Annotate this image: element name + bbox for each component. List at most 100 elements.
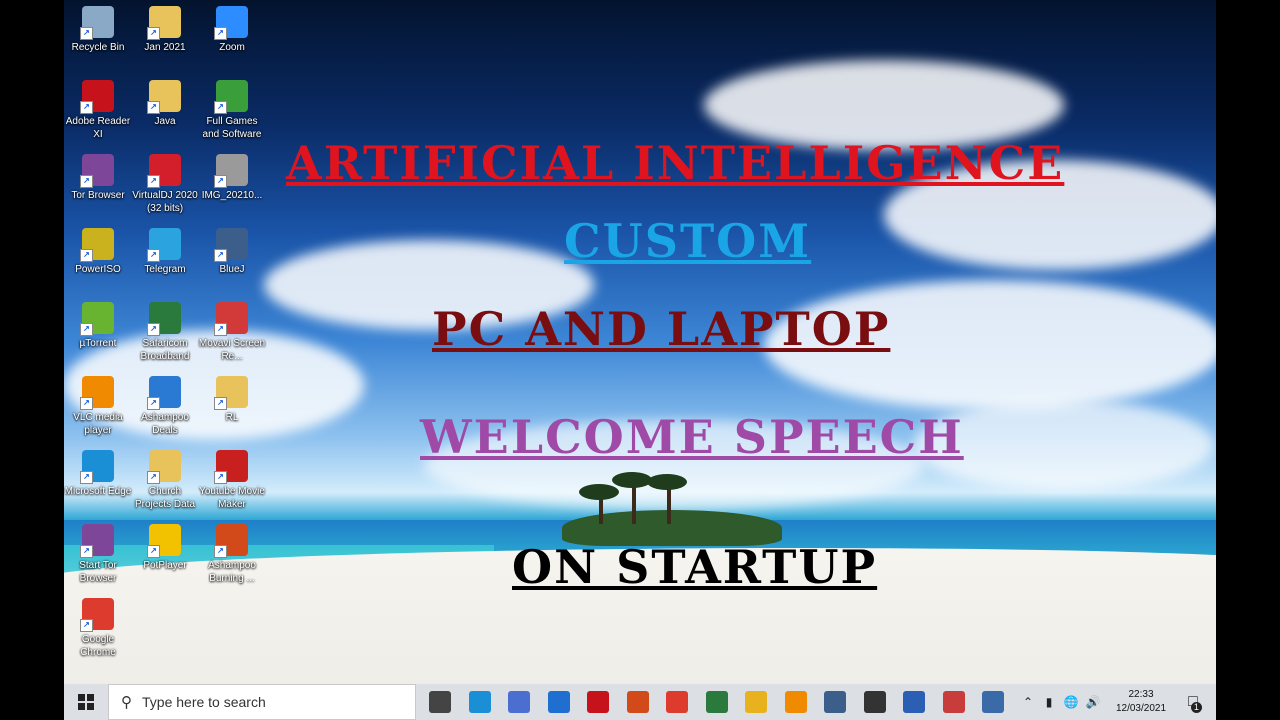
edge-icon (468, 691, 491, 713)
desktop-icon[interactable]: ↗ Ashampoo Burning ... (198, 524, 266, 585)
network-icon[interactable]: 🌐 (1062, 684, 1080, 720)
search-box[interactable]: ⚲ Type here to search (108, 684, 416, 720)
desktop-icon[interactable]: ↗ Full Games and Software (198, 80, 266, 141)
telegram-icon: ↗ (147, 228, 181, 262)
desktop-icon-label: Safaricom Broadband (140, 338, 190, 362)
desktop-icon-label: RL (225, 412, 239, 423)
desktop-icon-label: Ashampoo Deals (141, 412, 189, 436)
desktop-icon[interactable]: ↗ Zoom (198, 6, 266, 54)
desktop-icon[interactable]: ↗ Ashampoo Deals (131, 376, 199, 437)
desktop-icon[interactable]: ↗ Adobe Reader XI (64, 80, 132, 141)
shortcut-arrow-icon: ↗ (147, 101, 160, 114)
taskbar-app-button[interactable] (857, 684, 893, 720)
potplayer-icon: ↗ (147, 524, 181, 558)
safaricom-icon (705, 691, 728, 713)
taskbar-app-button[interactable] (896, 684, 932, 720)
desktop-icon[interactable]: ↗ Google Chrome (64, 598, 132, 659)
store-icon (508, 691, 530, 713)
bluej-icon: ↗ (214, 228, 248, 262)
desktop-icon[interactable]: ↗ Recycle Bin (64, 6, 132, 54)
taskbar-app-button[interactable] (580, 684, 616, 720)
shortcut-arrow-icon: ↗ (214, 27, 227, 40)
desktop-icon[interactable]: ↗ BlueJ (198, 228, 266, 276)
shortcut-arrow-icon: ↗ (80, 101, 93, 114)
desktop-icon-label: Start Tor Browser (79, 560, 117, 584)
desktop-icon-label: PotPlayer (143, 560, 187, 571)
shortcut-arrow-icon: ↗ (147, 323, 160, 336)
word-icon (903, 691, 925, 713)
clock[interactable]: 22:33 12/03/2021 (1106, 684, 1176, 720)
volume-icon[interactable]: 🔊 (1084, 684, 1102, 720)
taskbar-app-button[interactable] (541, 684, 577, 720)
desktop-icon[interactable]: ↗ VLC media player (64, 376, 132, 437)
desktop-icon[interactable]: ↗ Tor Browser (64, 154, 132, 202)
battery-icon[interactable]: ▮ (1040, 684, 1058, 720)
taskbar-app-button[interactable] (699, 684, 735, 720)
recycle-bin-icon: ↗ (80, 6, 114, 40)
taskbar-app-button[interactable] (422, 684, 458, 720)
calculator-icon (982, 691, 1004, 713)
headline-welcome-speech: WELCOME SPEECH (420, 410, 964, 464)
show-hidden-icons-button[interactable]: ⌃ (1020, 684, 1036, 720)
taskbar-app-button[interactable] (975, 684, 1011, 720)
notification-icon: □ 1 (1188, 693, 1202, 713)
headline-pc-and-laptop: PC AND LAPTOP (432, 302, 891, 356)
desktop-icon-label: Recycle Bin (71, 42, 125, 53)
shortcut-arrow-icon: ↗ (147, 249, 160, 262)
taskbar-app-button[interactable] (738, 684, 774, 720)
shortcut-arrow-icon: ↗ (214, 101, 227, 114)
taskbar-app-button[interactable] (462, 684, 498, 720)
desktop-icon[interactable]: ↗ Movavi Screen Re... (198, 302, 266, 363)
start-button[interactable] (64, 684, 108, 720)
desktop-icon[interactable]: ↗ µTorrent (64, 302, 132, 350)
desktop-icon-label: Microsoft Edge (64, 486, 132, 497)
zoom-icon: ↗ (214, 6, 248, 40)
notification-count: 1 (1190, 702, 1202, 713)
shortcut-arrow-icon: ↗ (214, 175, 227, 188)
windows-logo-icon (78, 694, 94, 710)
desktop-icon[interactable]: ↗ PotPlayer (131, 524, 199, 572)
desktop-icon[interactable]: ↗ IMG_20210... (198, 154, 266, 202)
taskbar-app-button[interactable] (817, 684, 853, 720)
desktop-icon-label: Ashampoo Burning ... (208, 560, 256, 584)
shortcut-arrow-icon: ↗ (214, 323, 227, 336)
edge-icon: ↗ (80, 450, 114, 484)
shortcut-arrow-icon: ↗ (214, 397, 227, 410)
shortcut-arrow-icon: ↗ (147, 397, 160, 410)
taskbar-app-button[interactable] (936, 684, 972, 720)
taskbar-app-button[interactable] (778, 684, 814, 720)
desktop-icon[interactable]: ↗ Telegram (131, 228, 199, 276)
tor-browser-icon: ↗ (80, 154, 114, 188)
taskbar-app-button[interactable] (501, 684, 537, 720)
ashampoo-burning-icon: ↗ (214, 524, 248, 558)
desktop-icon[interactable]: ↗ Microsoft Edge (64, 450, 132, 498)
shortcut-arrow-icon: ↗ (214, 471, 227, 484)
folder-icon: ↗ (147, 450, 181, 484)
adobe-reader-icon (587, 691, 609, 713)
desktop-icon[interactable]: ↗ RL (198, 376, 266, 424)
notification-center-button[interactable]: □ 1 (1178, 684, 1208, 720)
chrome-icon (666, 691, 688, 713)
shortcut-arrow-icon: ↗ (80, 175, 93, 188)
desktop-icon[interactable]: ↗ Java (131, 80, 199, 128)
bluej-icon (824, 691, 846, 713)
shortcut-arrow-icon: ↗ (80, 27, 93, 40)
safaricom-icon: ↗ (147, 302, 181, 336)
desktop-icon[interactable]: ↗ Start Tor Browser (64, 524, 132, 585)
shortcut-arrow-icon: ↗ (214, 249, 227, 262)
desktop-icon[interactable]: ↗ Jan 2021 (131, 6, 199, 54)
desktop-icon[interactable]: ↗ Safaricom Broadband (131, 302, 199, 363)
games-icon: ↗ (214, 80, 248, 114)
desktop-icon[interactable]: ↗ Church Projects Data (131, 450, 199, 511)
headline-on-startup: ON STARTUP (512, 540, 878, 594)
taskbar-app-button[interactable] (620, 684, 656, 720)
movavi-icon: ↗ (214, 302, 248, 336)
desktop-icon-label: PowerISO (75, 264, 121, 275)
desktop-icon[interactable]: ↗ Youtube Movie Maker (198, 450, 266, 511)
desktop-icon[interactable]: ↗ PowerISO (64, 228, 132, 276)
desktop-icon-label: µTorrent (79, 338, 117, 349)
shortcut-arrow-icon: ↗ (80, 249, 93, 262)
tor-browser-icon: ↗ (80, 524, 114, 558)
desktop-icon[interactable]: ↗ VirtualDJ 2020 (32 bits) (131, 154, 199, 215)
taskbar-app-button[interactable] (659, 684, 695, 720)
